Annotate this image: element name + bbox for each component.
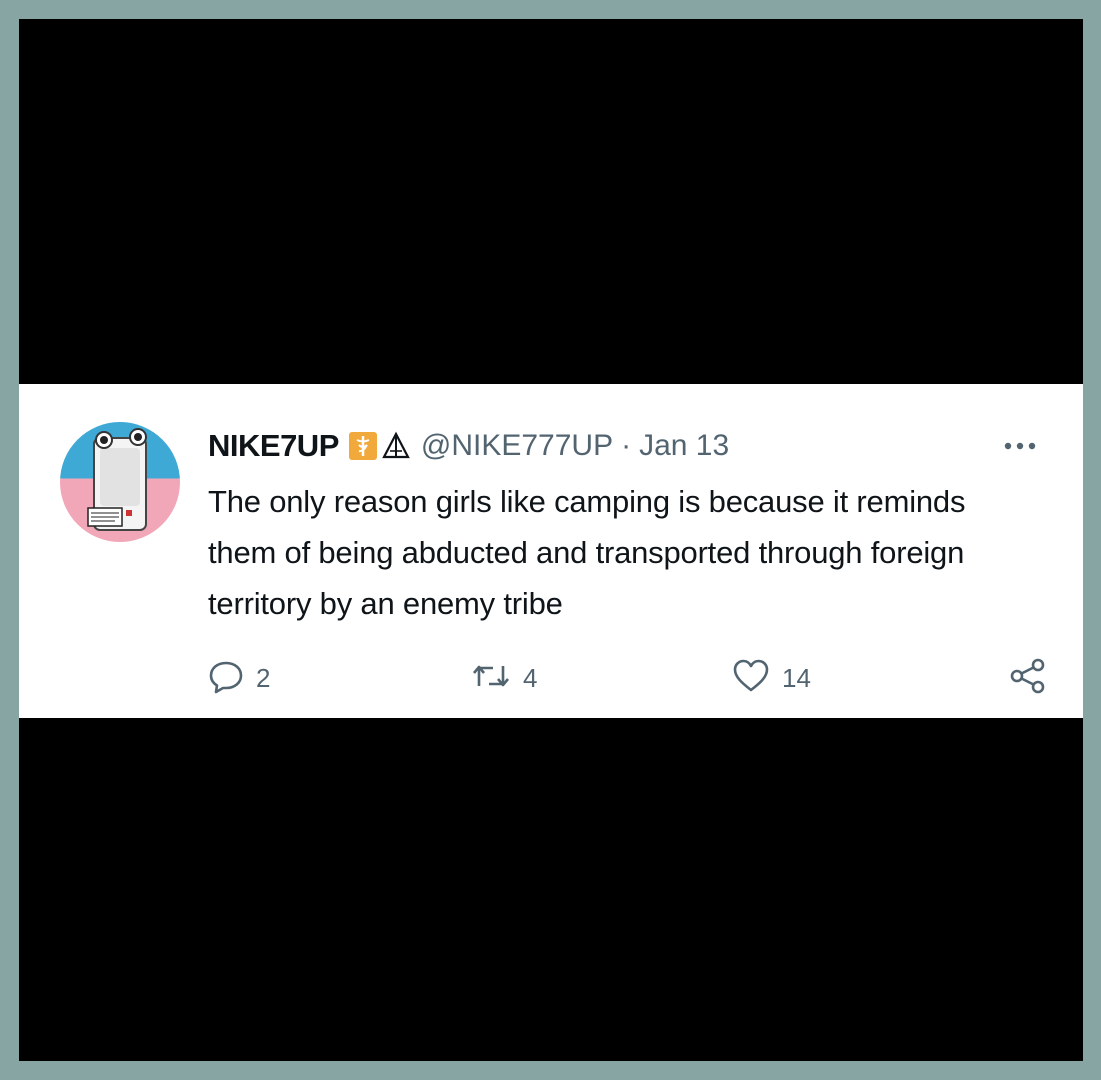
avatar[interactable] (60, 422, 180, 542)
reply-icon (208, 658, 244, 699)
user-handle[interactable]: @NIKE777UP (421, 429, 613, 463)
display-name[interactable]: NIKE7UP (208, 428, 339, 464)
retweet-button[interactable]: 4 (471, 656, 537, 700)
tweet-date[interactable]: Jan 13 (639, 429, 729, 463)
more-options-icon[interactable] (1002, 436, 1042, 456)
tweet-actions: 2 4 14 (208, 656, 1048, 700)
share-icon (1008, 656, 1048, 701)
medical-symbol-badge-icon (348, 432, 377, 460)
like-count: 14 (782, 662, 811, 693)
tweet-text: The only reason girls like camping is be… (208, 484, 966, 621)
heart-icon (732, 658, 770, 699)
header-separator: · (621, 429, 632, 462)
tweet-header: NIKE7UP @NIKE777UP · Jan 13 (208, 426, 729, 466)
like-button[interactable]: 14 (732, 656, 811, 700)
reply-button[interactable]: 2 (208, 656, 270, 700)
share-button[interactable] (1008, 656, 1048, 700)
sailboat-icon (381, 431, 411, 461)
tweet-card[interactable]: NIKE7UP @NIKE777UP · Jan 13 The only rea… (19, 384, 1083, 718)
retweet-icon (471, 658, 511, 699)
retweet-count: 4 (523, 662, 538, 693)
reply-count: 2 (256, 662, 271, 693)
image-frame: NIKE7UP @NIKE777UP · Jan 13 The only rea… (19, 19, 1083, 1061)
